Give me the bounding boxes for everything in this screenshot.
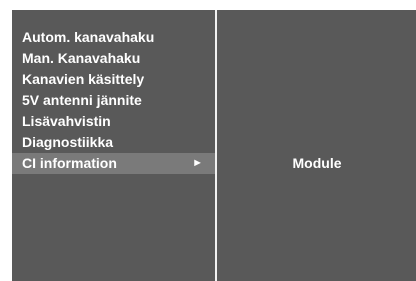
menu-item-label: Lisävahvistin	[22, 113, 111, 129]
menu-item-ci-information[interactable]: CI information ►	[12, 153, 215, 174]
ci-submenu: Module	[218, 153, 416, 174]
menu-item-label: Autom. kanavahaku	[22, 29, 155, 45]
menu-item-5v-antenni-jannite[interactable]: 5V antenni jännite	[12, 90, 215, 111]
submenu-item-label: Module	[292, 155, 342, 171]
menu-item-lisavahvistin[interactable]: Lisävahvistin	[12, 111, 215, 132]
menu-item-label: CI information	[22, 155, 117, 171]
menu-item-label: Diagnostiikka	[22, 134, 114, 150]
menu-item-label: 5V antenni jännite	[22, 92, 142, 108]
menu-item-man-kanavahaku[interactable]: Man. Kanavahaku	[12, 48, 215, 69]
submenu-item-module[interactable]: Module	[218, 153, 416, 174]
menu-item-label: Man. Kanavahaku	[22, 50, 141, 66]
main-menu-panel: Autom. kanavahaku Man. Kanavahaku Kanavi…	[12, 10, 217, 281]
right-triangle-icon: ►	[192, 157, 203, 169]
submenu-panel: Module	[218, 10, 416, 281]
menu-item-kanavien-kasittely[interactable]: Kanavien käsittely	[12, 69, 215, 90]
menu-item-autom-kanavahaku[interactable]: Autom. kanavahaku	[12, 27, 215, 48]
osd-menu: Autom. kanavahaku Man. Kanavahaku Kanavi…	[12, 10, 416, 281]
menu-item-diagnostiikka[interactable]: Diagnostiikka	[12, 132, 215, 153]
main-menu: Autom. kanavahaku Man. Kanavahaku Kanavi…	[12, 27, 215, 174]
menu-item-label: Kanavien käsittely	[22, 71, 145, 87]
